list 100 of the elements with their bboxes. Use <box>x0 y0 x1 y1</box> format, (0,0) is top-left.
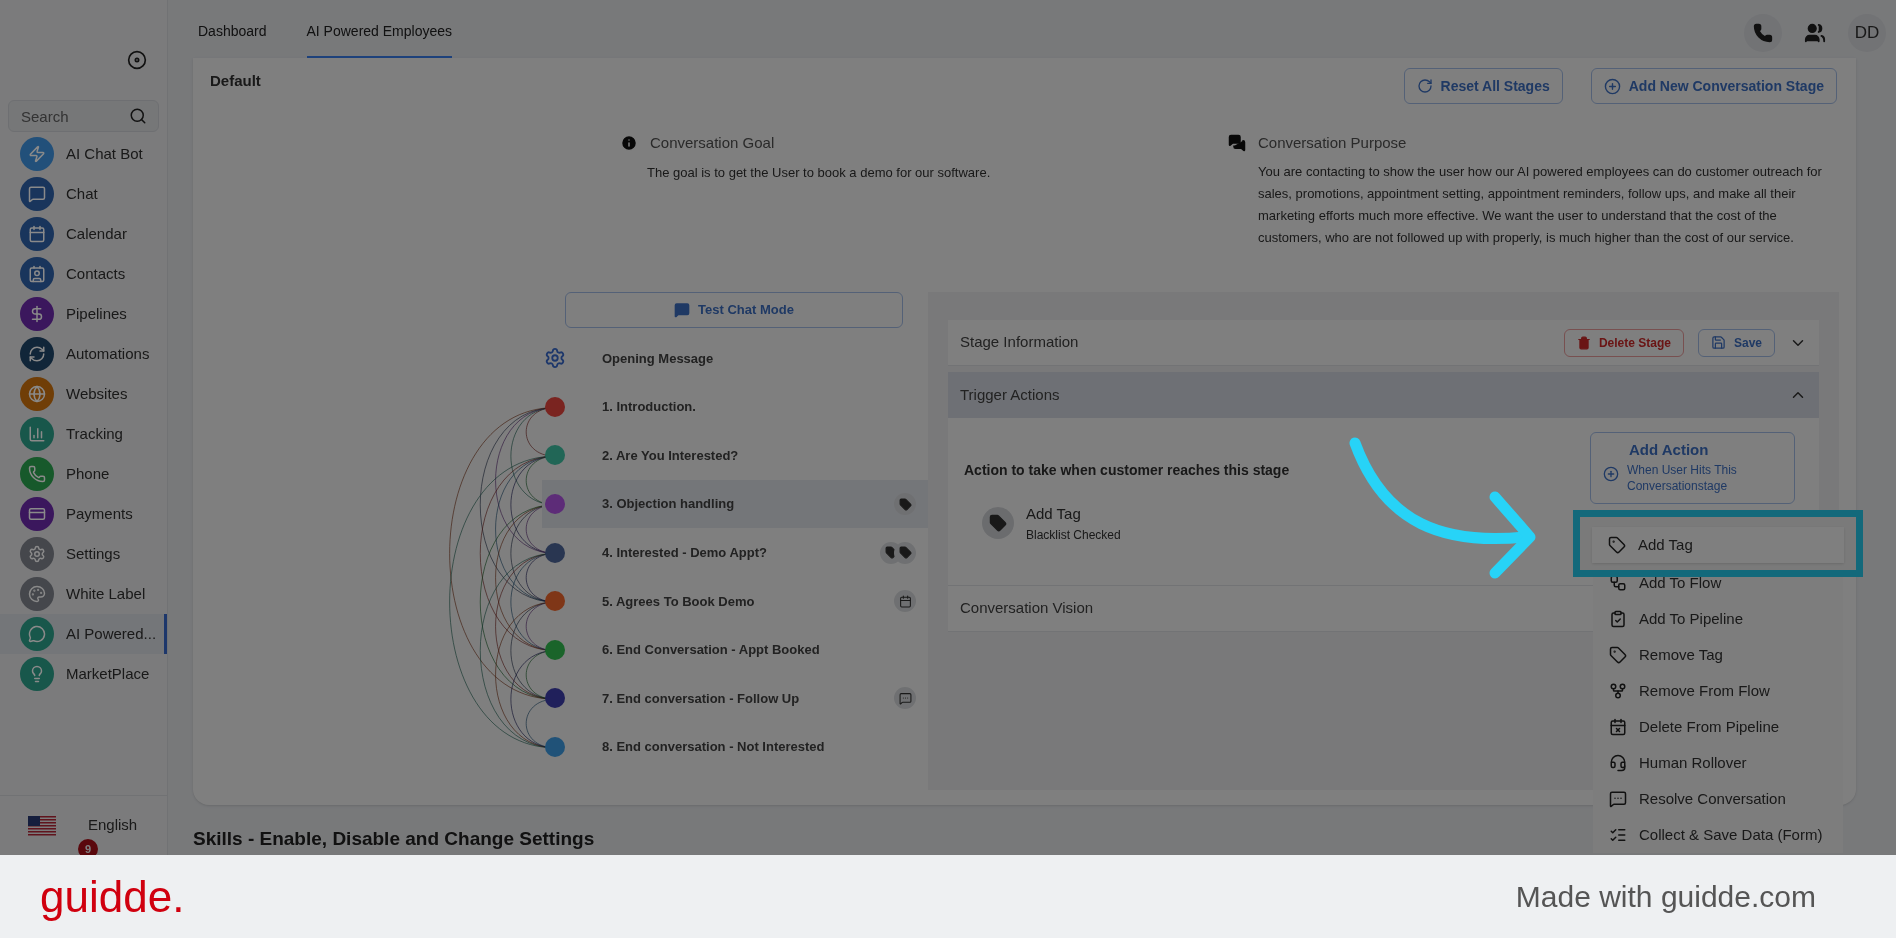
guidde-logo: guidde. <box>40 874 185 919</box>
tag-icon <box>894 541 916 564</box>
menu-item[interactable]: Collect & Save Data (Form) <box>1593 817 1843 853</box>
menu-item[interactable]: Resolve Conversation <box>1593 781 1843 817</box>
chat-icon <box>894 687 916 710</box>
sidebar-item[interactable]: MarketPlace <box>0 654 167 694</box>
stage-label: 1. Introduction. <box>602 398 696 417</box>
tab[interactable]: Dashboard <box>198 21 267 58</box>
sidebar-item[interactable]: Pipelines <box>0 294 167 334</box>
sidebar-label: Tracking <box>66 423 123 444</box>
sidebar-label: MarketPlace <box>66 663 150 684</box>
stage-row[interactable]: 6. End Conversation - Appt Booked <box>542 625 928 675</box>
info-icon <box>620 134 638 153</box>
action-subtitle: Blacklist Checked <box>1026 526 1121 544</box>
branch-icon <box>1609 682 1627 700</box>
phone-icon[interactable] <box>1744 14 1782 52</box>
accordion-header[interactable]: Stage Information Delete Stage Save <box>948 320 1819 366</box>
add-stage-button[interactable]: Add New Conversation Stage <box>1590 68 1837 104</box>
calendar-icon <box>894 590 916 613</box>
purpose-text: You are contacting to show the user how our AI powered employees can do customer outreach for sales, promotions, appointment setting, appointment reminders, follow ups, and make all their marketing efforts much more effective. We want the user to understand that the cost of the customers, who are not followed up with properly, is much higher than the cost of our service. <box>1258 162 1823 247</box>
reset-button[interactable]: Reset All Stages <box>1403 68 1563 104</box>
trigger-heading: Action to take when customer reaches this stage <box>964 461 1290 480</box>
sidebar-label: Contacts <box>66 263 126 284</box>
sidebar-item[interactable]: AI Chat Bot <box>0 134 167 174</box>
search-icon <box>129 107 147 125</box>
delete-stage-button[interactable]: Delete Stage <box>1563 328 1684 357</box>
stage-label: 6. End Conversation - Appt Booked <box>602 641 820 660</box>
clipboard-icon <box>1609 610 1627 628</box>
sidebar-label: White Label <box>66 583 146 604</box>
stage-row[interactable]: 8. End conversation - Not Interested <box>542 722 928 772</box>
chat-bubbles-icon <box>1228 134 1246 153</box>
list-icon <box>1609 826 1627 844</box>
user-avatar[interactable]: DD <box>1848 14 1886 52</box>
stage-row[interactable]: 4. Interested - Demo Appt? <box>542 528 928 577</box>
goal-text: The goal is to get the User to book a demo for our software. <box>647 163 992 182</box>
save-button[interactable]: Save <box>1697 328 1775 357</box>
sidebar-item[interactable]: Automations <box>0 334 167 374</box>
save-icon <box>1710 335 1726 350</box>
settings-icon[interactable] <box>544 347 566 370</box>
opening-message[interactable]: Opening Message <box>602 348 714 369</box>
section-title: Conversation Vision <box>960 598 1094 619</box>
people-icon[interactable] <box>1804 22 1826 44</box>
stage-label: 2. Are You Interested? <box>602 446 739 465</box>
flag-icon <box>28 815 56 836</box>
sidebar-label: Calendar <box>66 223 127 244</box>
sidebar-label: AI Powered... <box>66 623 157 644</box>
plus-icon <box>1603 77 1621 95</box>
sidebar-item[interactable]: Websites <box>0 374 167 414</box>
sidebar-label: Payments <box>66 503 133 524</box>
stage-row[interactable]: 3. Objection handling <box>542 479 928 529</box>
stage-row[interactable]: 7. End conversation - Follow Up <box>542 674 928 723</box>
chat-icon <box>1609 790 1627 808</box>
section-title: Trigger Actions <box>960 384 1060 405</box>
tag-icon <box>894 493 916 516</box>
stage-label: 4. Interested - Demo Appt? <box>602 543 767 562</box>
sidebar-label: Pipelines <box>66 303 127 324</box>
tag-icon <box>1609 646 1627 664</box>
sidebar-item[interactable]: Phone <box>0 454 167 494</box>
footer-text: Made with guidde.com <box>1515 879 1816 915</box>
action-title: Add Tag <box>1026 504 1082 524</box>
tag-icon <box>1608 536 1626 554</box>
trash-icon <box>1576 335 1591 350</box>
sidebar-label: Websites <box>66 383 128 404</box>
sidebar-item[interactable]: AI Powered... <box>0 614 167 654</box>
plus-icon <box>1603 465 1619 482</box>
sidebar-label: AI Chat Bot <box>66 143 143 164</box>
stage-row[interactable]: 5. Agrees To Book Demo <box>542 576 928 626</box>
record-icon[interactable] <box>127 50 147 70</box>
calendar-icon <box>1609 718 1627 736</box>
stage-label: 8. End conversation - Not Interested <box>602 738 825 757</box>
goal-heading: Conversation Goal <box>650 133 775 153</box>
sidebar-item[interactable]: Contacts <box>0 254 167 294</box>
sidebar-item[interactable]: Calendar <box>0 214 167 254</box>
test-chat-button[interactable]: Test Chat Mode <box>565 292 903 328</box>
add-action-button[interactable]: Add Action When User Hits This Conversationstage <box>1590 432 1795 504</box>
sidebar-label: Settings <box>66 543 121 564</box>
headset-icon <box>1609 754 1627 772</box>
sidebar-label: Phone <box>66 463 110 484</box>
section-title: Stage Information <box>960 332 1079 353</box>
sidebar-item[interactable]: Chat <box>0 174 167 214</box>
sidebar-item[interactable]: White Label <box>0 574 167 614</box>
stage-label: 3. Objection handling <box>602 495 735 514</box>
menu-item[interactable]: Add Tag <box>1592 527 1844 563</box>
stage-label: 7. End conversation - Follow Up <box>602 689 800 708</box>
sidebar-item[interactable]: Settings <box>0 534 167 574</box>
stage-row[interactable]: 1. Introduction. <box>542 382 928 432</box>
reset-icon <box>1416 78 1433 94</box>
flow-icon <box>1609 574 1627 592</box>
stage-row[interactable]: 2. Are You Interested? <box>542 431 928 480</box>
stage-label: 5. Agrees To Book Demo <box>602 592 755 611</box>
skills-heading: Skills - Enable, Disable and Change Settings <box>193 827 595 851</box>
search-field[interactable]: Search <box>8 100 159 132</box>
sidebar-item[interactable]: Tracking <box>0 414 167 454</box>
card-title: Default <box>210 71 261 91</box>
sidebar-label: Chat <box>66 183 98 204</box>
purpose-heading: Conversation Purpose <box>1258 133 1407 153</box>
language-label: English <box>88 815 138 836</box>
accordion-header[interactable]: Trigger Actions <box>948 372 1819 418</box>
sidebar-label: Automations <box>66 343 150 364</box>
sidebar-item[interactable]: Payments <box>0 494 167 534</box>
